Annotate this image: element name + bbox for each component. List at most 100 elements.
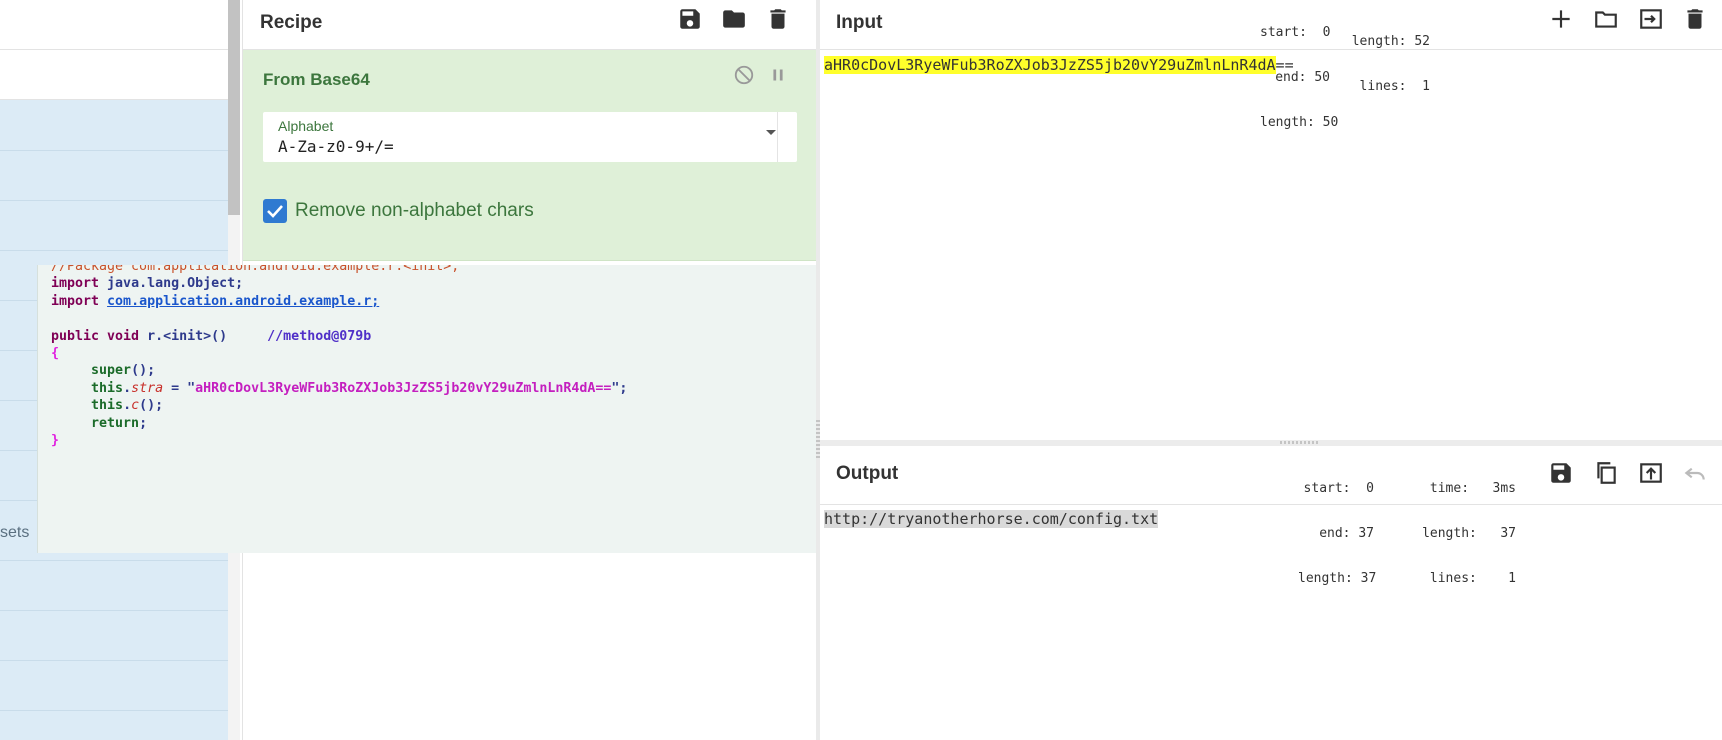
selected-text[interactable]: aHR0cDovL3RyeWFub3RoZXJob3JzZS5jb20vY29u… — [824, 56, 1276, 74]
input-header: Input start: 0 end: 50 length: 50 length… — [820, 0, 1722, 130]
code-line: } — [51, 433, 59, 448]
stat-label: time: — [1429, 481, 1470, 496]
code-line: this.stra = "aHR0cDovL3RyeWFub3RoZXJob3J… — [51, 381, 627, 396]
pause-icon[interactable] — [767, 64, 789, 86]
code-token: import — [51, 293, 108, 309]
output-header: Output start: 0 end: 37 length: 37 time:… — [820, 446, 1722, 586]
code-token: (); — [139, 398, 164, 414]
recipe-header: Recipe — [243, 0, 817, 50]
code-token: this — [51, 398, 124, 414]
list-divider — [0, 560, 228, 561]
input-textarea[interactable]: aHR0cDovL3RyeWFub3RoZXJob3JzZS5jb20vY29u… — [824, 56, 1294, 74]
output-selection-stats: start: 0 end: 37 length: 37 — [1298, 451, 1377, 616]
select-divider — [777, 112, 778, 162]
recipe-title: Recipe — [260, 12, 323, 33]
code-token: //Package com.application.android.exampl… — [51, 265, 460, 274]
input-title: Input — [836, 12, 883, 33]
replace-input-icon[interactable] — [1638, 6, 1664, 32]
stat-label: end: — [1319, 526, 1351, 541]
save-icon[interactable] — [677, 6, 703, 32]
stat-label: length: — [1422, 526, 1477, 541]
scrollbar-thumb[interactable] — [228, 0, 240, 215]
code-token: = " — [163, 380, 196, 396]
input-totals-stats: length: 52 lines: 1 — [1350, 4, 1430, 124]
code-token: { — [51, 346, 60, 361]
stat-label: length: — [1351, 34, 1407, 49]
operation-category-label[interactable]: sets — [0, 524, 29, 542]
code-token: ; — [139, 415, 148, 431]
chevron-down-icon[interactable] — [765, 126, 777, 138]
code-token: this — [51, 380, 124, 396]
check-icon — [267, 205, 283, 218]
alphabet-select[interactable]: Alphabet A-Za-z0-9+/= — [263, 112, 797, 162]
remove-non-alphabet-checkbox[interactable] — [263, 199, 287, 223]
code-token: "; — [611, 380, 628, 396]
code-token: //method@079b — [227, 328, 372, 344]
remove-non-alphabet-label[interactable]: Remove non-alphabet chars — [295, 200, 534, 222]
trash-icon[interactable] — [1682, 6, 1708, 32]
code-line: public void r.<init>() //method@079b — [51, 329, 371, 344]
code-token: super — [51, 363, 132, 379]
operations-header — [0, 0, 228, 50]
disable-icon[interactable] — [733, 64, 755, 86]
stat-end: 37 — [1358, 526, 1374, 541]
from-base64-operation[interactable]: From Base64 Alphabet A-Za-z0-9+/= Remove… — [243, 50, 817, 261]
code-token: } — [51, 433, 60, 448]
list-divider — [0, 710, 228, 711]
output-text[interactable]: http://tryanotherhorse.com/config.txt — [824, 510, 1159, 528]
alphabet-label: Alphabet — [278, 118, 334, 134]
stat-label: start: — [1260, 25, 1307, 40]
list-divider — [0, 660, 228, 661]
output-title: Output — [836, 463, 899, 484]
code-token: java.lang.Object; — [107, 276, 244, 292]
output-pane: Output start: 0 end: 37 length: 37 time:… — [820, 446, 1722, 740]
code-line: return; — [51, 416, 147, 431]
stat-label: length: — [1298, 571, 1353, 586]
stat-lines: 1 — [1508, 571, 1516, 586]
resizer-grip[interactable] — [1280, 441, 1320, 444]
operations-search[interactable] — [0, 50, 228, 100]
undo-icon[interactable] — [1682, 460, 1708, 486]
list-divider — [0, 610, 228, 611]
code-token: r.<init>() — [147, 328, 228, 344]
input-pane: Input start: 0 end: 50 length: 50 length… — [820, 0, 1722, 440]
stat-length: 50 — [1322, 115, 1339, 130]
stat-label: lines: — [1359, 79, 1407, 94]
code-token: public void — [51, 328, 148, 344]
code-token: (); — [131, 363, 156, 379]
code-line: this.c(); — [51, 398, 163, 413]
input-selection-stats: start: 0 end: 50 length: 50 — [1260, 0, 1338, 160]
code-line: { — [51, 346, 59, 361]
move-to-input-icon[interactable] — [1638, 460, 1664, 486]
code-line: import com.application.android.example.r… — [51, 294, 379, 309]
operation-name: From Base64 — [263, 70, 370, 89]
stat-end: 50 — [1314, 70, 1330, 85]
output-totals-stats: time: 3ms length: 37 lines: 1 — [1414, 451, 1516, 616]
code-token: return — [51, 415, 140, 431]
code-line: super(); — [51, 363, 155, 378]
code-line: import java.lang.Object; — [51, 276, 243, 291]
stat-start: 0 — [1366, 481, 1374, 496]
open-folder-icon[interactable] — [1593, 6, 1619, 32]
add-icon[interactable] — [1548, 6, 1574, 32]
stat-total-length: 37 — [1500, 526, 1516, 541]
stat-lines: 1 — [1422, 79, 1430, 94]
code-token: stra — [131, 380, 164, 396]
copy-icon[interactable] — [1593, 460, 1619, 486]
unselected-text[interactable]: == — [1276, 56, 1294, 74]
decompiled-code-window: //Package com.application.android.exampl… — [37, 265, 817, 553]
stat-total-length: 52 — [1414, 34, 1430, 49]
folder-icon[interactable] — [721, 6, 747, 32]
code-token: c — [131, 398, 140, 414]
stat-length: 37 — [1360, 571, 1377, 586]
alphabet-value[interactable]: A-Za-z0-9+/= — [278, 137, 394, 156]
stat-label: start: — [1303, 481, 1351, 496]
code-link[interactable]: com.application.android.example.r; — [107, 294, 379, 309]
save-icon[interactable] — [1548, 460, 1574, 486]
stat-label: length: — [1260, 115, 1315, 130]
stat-label: lines: — [1429, 571, 1477, 586]
code-line: //Package com.application.android.exampl… — [51, 265, 459, 274]
trash-icon[interactable] — [765, 6, 791, 32]
stat-start: 0 — [1322, 25, 1331, 40]
code-token: . — [123, 398, 132, 414]
